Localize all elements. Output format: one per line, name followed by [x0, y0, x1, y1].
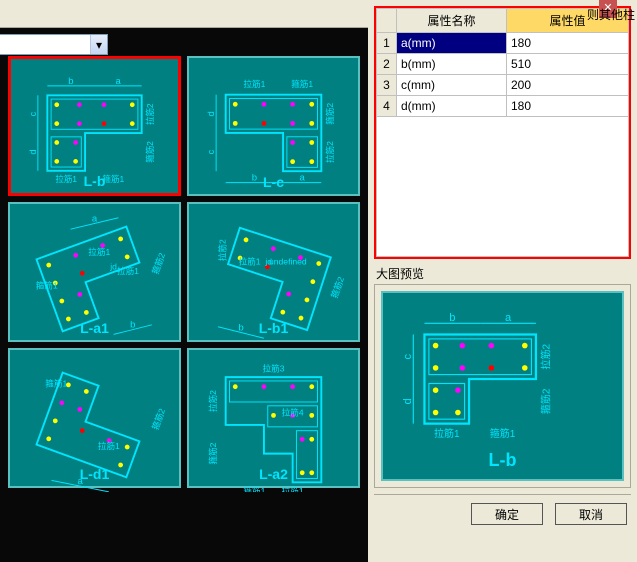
shape-palette: ▾ b a c d 拉筋1箍筋1 拉筋2箍筋2 L-b b a d c 拉筋1箍…	[0, 0, 368, 562]
svg-text:箍筋1: 箍筋1	[490, 427, 516, 440]
svg-text:b: b	[449, 312, 455, 324]
prop-name: a(mm)	[397, 33, 507, 54]
svg-text:拉筋2: 拉筋2	[207, 390, 218, 412]
tile-label: L-b	[11, 173, 178, 189]
svg-text:a: a	[92, 214, 98, 225]
prop-name: d(mm)	[397, 96, 507, 117]
table-row[interactable]: 4 d(mm) 180	[377, 96, 629, 117]
svg-text:拉筋2: 拉筋2	[145, 103, 155, 125]
table-row[interactable]: 1 a(mm) 180	[377, 33, 629, 54]
right-pane: 属性名称 属性值 1 a(mm) 1802 b(mm) 5103 c(mm) 2…	[368, 0, 637, 562]
svg-text:拉筋1: 拉筋1	[243, 78, 265, 89]
svg-text:箍筋1: 箍筋1	[36, 280, 58, 291]
preview-tile-label: L-b	[383, 450, 622, 471]
svg-text:箍筋2: 箍筋2	[149, 407, 167, 432]
tile-grid: b a c d 拉筋1箍筋1 拉筋2箍筋2 L-b b a d c 拉筋1箍筋1…	[8, 56, 360, 488]
col-name: 属性名称	[397, 9, 507, 33]
svg-text:undefined: undefined	[269, 257, 307, 267]
chevron-down-icon: ▾	[90, 35, 107, 54]
svg-text:c: c	[27, 112, 38, 117]
svg-text:d: d	[402, 398, 414, 404]
row-num: 4	[377, 96, 397, 117]
svg-text:拉筋2: 拉筋2	[217, 239, 228, 261]
svg-text:拉筋1: 拉筋1	[239, 256, 261, 267]
svg-text:箍筋2: 箍筋2	[539, 388, 552, 414]
svg-text:拉筋2: 拉筋2	[539, 344, 552, 370]
row-num: 3	[377, 75, 397, 96]
preview-group: b a c d 拉筋1 箍筋1 拉筋2 箍筋2 L-b	[374, 284, 631, 488]
tile-label: L-b1	[189, 320, 358, 336]
partial-text: 则其他柱	[587, 6, 635, 23]
svg-text:拉筋1: 拉筋1	[98, 440, 120, 451]
category-dropdown[interactable]: ▾	[0, 34, 108, 55]
svg-text:箍筋2: 箍筋2	[324, 103, 335, 125]
table-fill	[376, 117, 629, 257]
prop-value[interactable]: 510	[507, 54, 629, 75]
prop-value[interactable]: 200	[507, 75, 629, 96]
preview-canvas: b a c d 拉筋1 箍筋1 拉筋2 箍筋2 L-b	[381, 291, 624, 481]
tile-label: L-a2	[189, 466, 358, 482]
shape-tile-L-b1[interactable]: b拉筋1jdundefined 拉筋2箍筋2 L-b1	[187, 202, 360, 342]
svg-text:箍筋1: 箍筋1	[243, 485, 265, 492]
row-num: 1	[377, 33, 397, 54]
corner-cell	[377, 9, 397, 33]
svg-text:b: b	[68, 75, 73, 86]
svg-text:拉筋1: 拉筋1	[88, 246, 110, 257]
svg-text:a: a	[115, 75, 121, 86]
tile-label: L-d1	[10, 466, 179, 482]
tile-label: L-c	[189, 174, 358, 190]
palette-topbar	[0, 0, 368, 28]
table-row[interactable]: 2 b(mm) 510	[377, 54, 629, 75]
table-body: 1 a(mm) 1802 b(mm) 5103 c(mm) 2004 d(mm)…	[377, 33, 629, 117]
svg-text:箍筋2: 箍筋2	[149, 251, 167, 276]
tile-label: L-a1	[10, 320, 179, 336]
preview-label: 大图预览	[376, 265, 631, 282]
shape-tile-L-c[interactable]: b a d c 拉筋1箍筋1 箍筋2拉筋2 L-c	[187, 56, 360, 196]
svg-text:拉筋4: 拉筋4	[282, 406, 304, 417]
svg-text:拉筋3: 拉筋3	[263, 362, 285, 373]
main-layout: ▾ b a c d 拉筋1 箍筋1 拉筋2 箍筋2 L-b b a d c 拉筋1 箍…	[0, 0, 637, 562]
prop-value[interactable]: 180	[507, 33, 629, 54]
button-bar: 确定 取消	[374, 494, 631, 525]
property-table: 属性名称 属性值 1 a(mm) 1802 b(mm) 5103 c(mm) 2…	[374, 6, 631, 259]
svg-text:箍筋1: 箍筋1	[291, 78, 313, 89]
svg-text:拉筋1: 拉筋1	[434, 427, 460, 440]
svg-text:c: c	[206, 149, 217, 154]
svg-text:c: c	[402, 354, 414, 360]
shape-tile-L-d1[interactable]: 箍筋1拉筋1 a 箍筋2 L-d1	[8, 348, 181, 488]
svg-text:箍筋1: 箍筋1	[45, 378, 67, 389]
shape-tile-L-a2[interactable]: 拉筋3拉筋4 拉筋2箍筋2 箍筋1拉筋1 L-a2	[187, 348, 360, 488]
prop-name: c(mm)	[397, 75, 507, 96]
svg-text:a: a	[505, 312, 512, 324]
svg-text:拉筋2: 拉筋2	[324, 141, 335, 163]
svg-text:拉筋1: 拉筋1	[117, 265, 139, 276]
svg-text:箍筋2: 箍筋2	[328, 275, 346, 300]
ok-button[interactable]: 确定	[471, 503, 543, 525]
svg-text:拉筋1: 拉筋1	[282, 485, 304, 492]
prop-value[interactable]: 180	[507, 96, 629, 117]
svg-text:d: d	[206, 111, 217, 116]
cancel-button[interactable]: 取消	[555, 503, 627, 525]
svg-text:jd: jd	[109, 261, 117, 271]
table-row[interactable]: 3 c(mm) 200	[377, 75, 629, 96]
shape-tile-L-a1[interactable]: a b 拉筋1jd拉筋1 箍筋1箍筋2 L-a1	[8, 202, 181, 342]
svg-text:d: d	[27, 149, 38, 154]
svg-text:箍筋2: 箍筋2	[207, 442, 218, 464]
prop-name: b(mm)	[397, 54, 507, 75]
row-num: 2	[377, 54, 397, 75]
svg-text:箍筋2: 箍筋2	[145, 141, 155, 163]
shape-tile-L-b[interactable]: b a c d 拉筋1箍筋1 拉筋2箍筋2 L-b	[8, 56, 181, 196]
